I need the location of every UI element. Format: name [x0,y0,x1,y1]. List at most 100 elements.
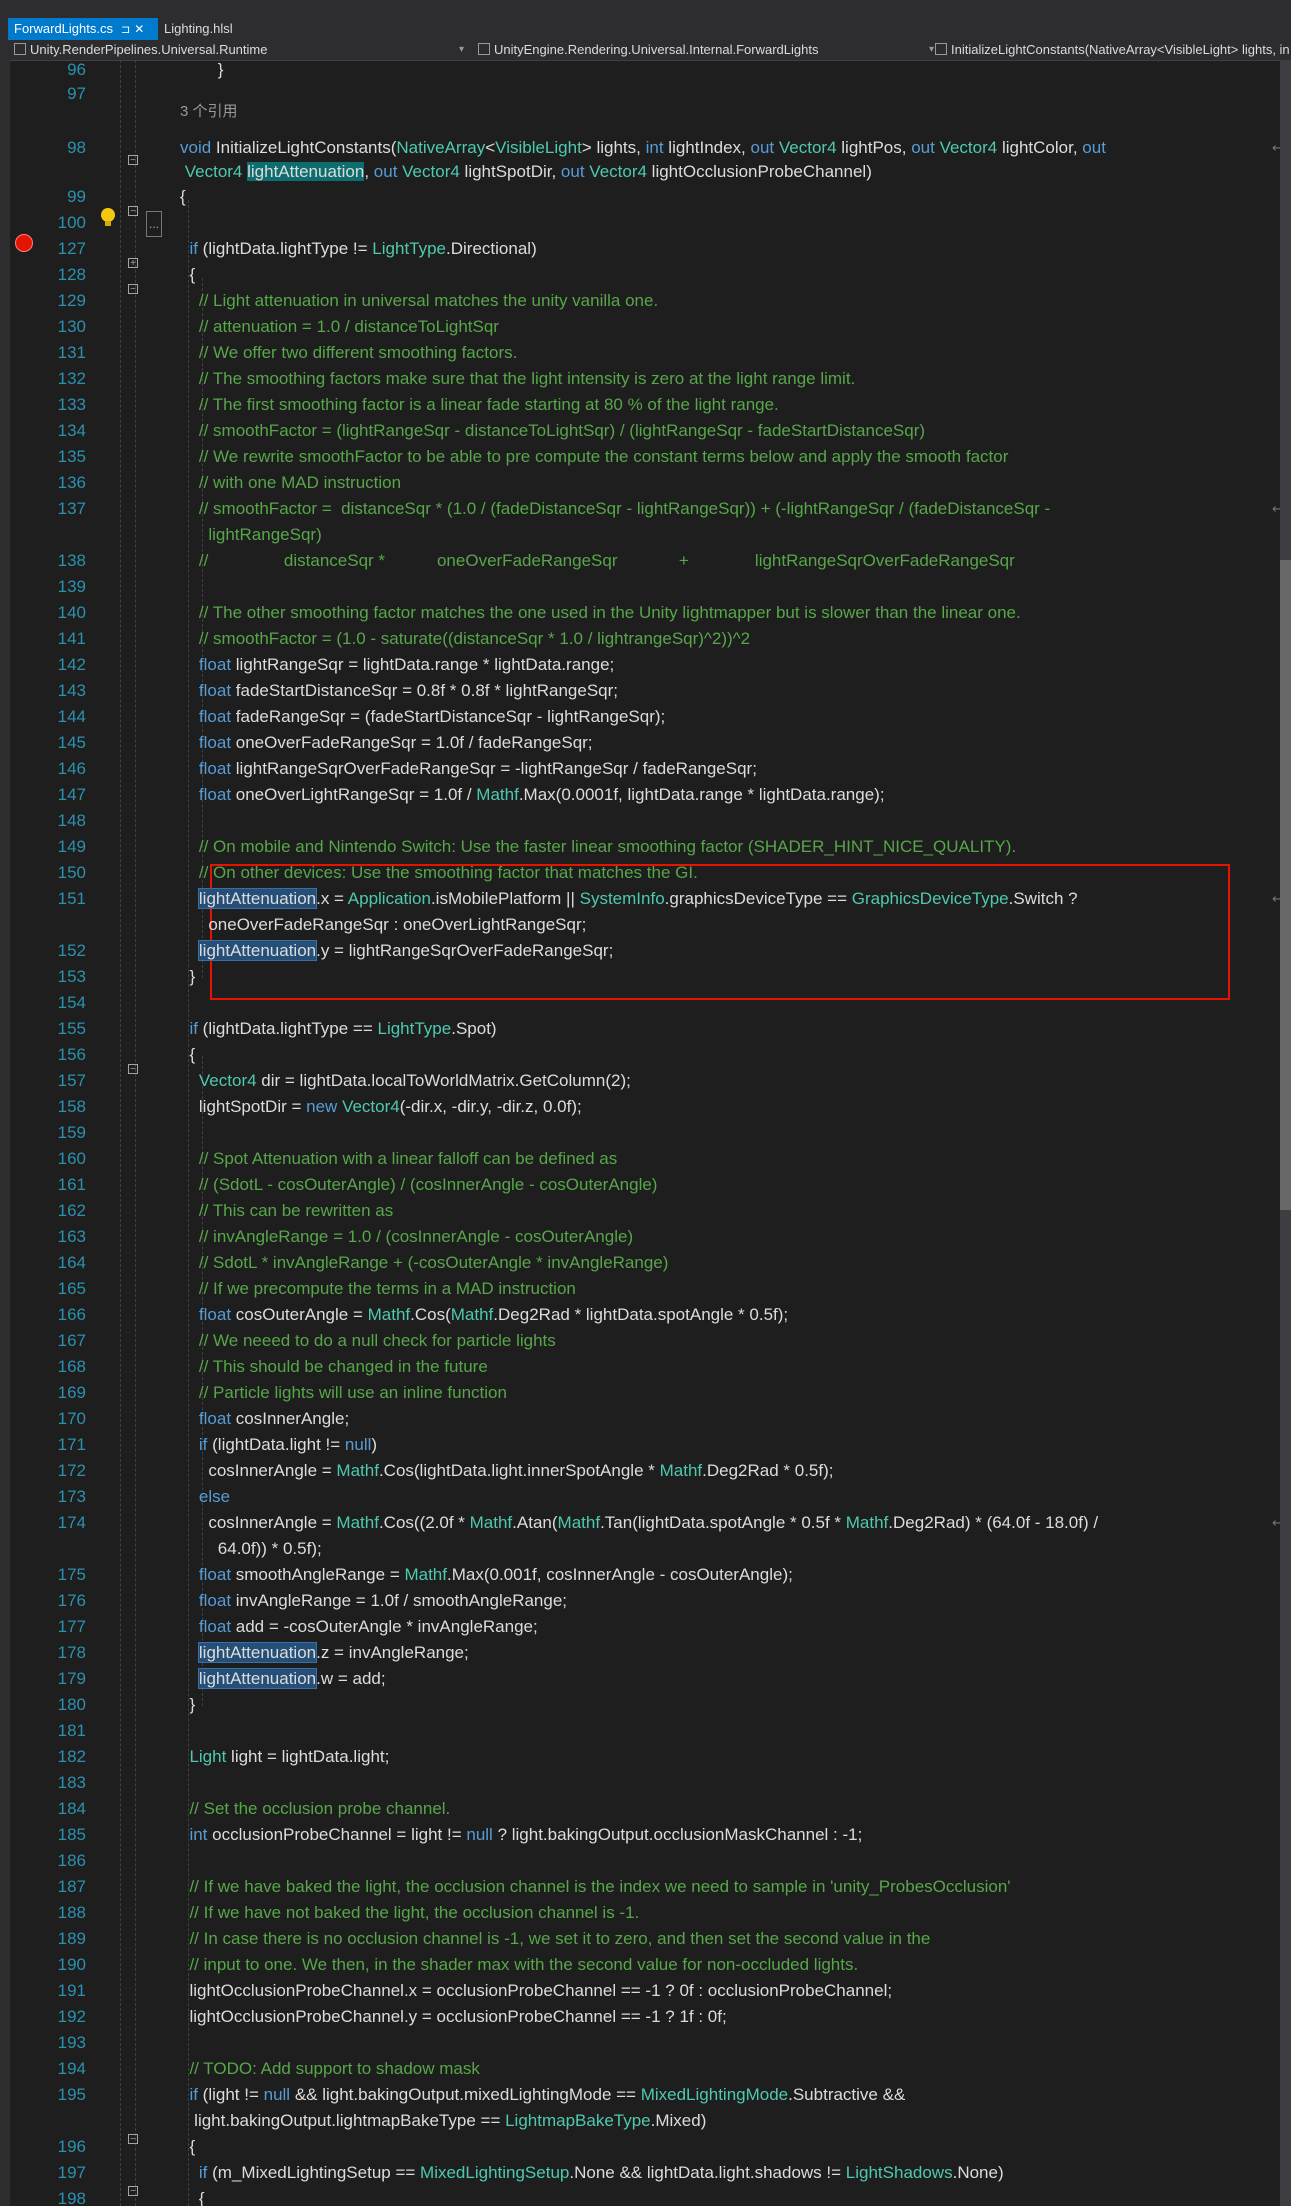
line-number: 138 [57,551,86,570]
line-number: 155 [57,1019,86,1038]
line-number: 97 [67,84,86,103]
tab-forwardlights[interactable]: ForwardLights.cs ⊐ ✕ [8,18,158,40]
project-icon [14,43,26,55]
code-text: // If we precompute the terms in a MAD i… [180,1279,576,1298]
tab-label: Lighting.hlsl [164,21,233,36]
code-text: { [180,265,196,284]
line-number: 180 [57,1695,86,1714]
scrollbar-thumb[interactable] [1280,560,1291,1210]
code-text: else [198,1487,231,1506]
collapse-icon[interactable]: − [128,2134,138,2145]
code-text: { [180,2189,205,2206]
line-number: 171 [57,1435,86,1454]
line-number: 185 [57,1825,86,1844]
code-text: float fadeStartDistanceSqr = 0.8f * 0.8f… [198,681,619,700]
codelens-references[interactable]: 3 个引用 [180,100,238,124]
line-number: 177 [57,1617,86,1636]
line-number: 197 [57,2163,86,2182]
glyph-margin[interactable] [0,60,10,2206]
code-text: // Set the occlusion probe channel. [180,1799,451,1818]
line-number: 183 [57,1773,86,1792]
line-number: 169 [57,1383,86,1402]
line-number: 179 [57,1669,86,1688]
collapse-icon[interactable]: − [128,2186,138,2197]
line-number: 128 [57,265,86,284]
navigation-bar: Unity.RenderPipelines.Universal.Runtime ▾… [0,40,1291,61]
line-number: 130 [57,317,86,336]
lightbulb-icon[interactable] [98,206,118,230]
collapse-icon[interactable]: − [128,206,138,217]
code-text: } [180,60,224,79]
line-number: 137 [57,499,86,518]
code-text: int occlusionProbeChannel = light != nul… [189,1825,863,1844]
collapse-icon[interactable]: − [128,284,138,295]
pin-icon[interactable]: ⊐ [121,24,130,36]
line-wrap-icon: ↩ [1272,1515,1280,1530]
member-dropdown[interactable]: InitializeLightConstants(NativeArray<Vis… [935,40,1291,60]
code-text: lightOcclusionProbeChannel.x = occlusion… [180,1981,893,2000]
line-number: 140 [57,603,86,622]
class-label: UnityEngine.Rendering.Universal.Internal… [494,42,819,57]
line-number: 145 [57,733,86,752]
code-text: } [180,1695,196,1714]
line-number: 196 [57,2137,86,2156]
line-number: 152 [57,941,86,960]
line-number: 178 [57,1643,86,1662]
method-icon [935,43,947,55]
project-dropdown[interactable]: Unity.RenderPipelines.Universal.Runtime ▾ [14,40,470,60]
line-number: 192 [57,2007,86,2026]
code-editor[interactable]: 3 个引用 − − + − − − − ↩ ↩ ↩ ↩ 96 } 97 98 void… [10,60,1280,2206]
code-text: if (lightData.light != null) [198,1435,378,1454]
code-text: float cosInnerAngle; [198,1409,350,1428]
code-text: // smoothFactor = (lightRangeSqr - dista… [180,421,926,440]
code-text: // The smoothing factors make sure that … [180,369,856,388]
line-number: 134 [57,421,86,440]
code-text: // This should be changed in the future [180,1357,488,1376]
line-number: 181 [57,1721,86,1740]
line-wrap-icon: ↩ [1272,891,1280,906]
code-text: // If we have baked the light, the occlu… [180,1877,1011,1896]
code-text: // In case there is no occlusion channel… [180,1929,931,1948]
close-icon[interactable]: ✕ [134,22,144,36]
line-number: 153 [57,967,86,986]
code-text: float fadeRangeSqr = (fadeStartDistanceS… [198,707,666,726]
line-number: 168 [57,1357,86,1376]
code-text: Vector4 dir = lightData.localToWorldMatr… [198,1071,631,1090]
class-dropdown[interactable]: UnityEngine.Rendering.Universal.Internal… [478,40,940,60]
line-number: 187 [57,1877,86,1896]
expand-icon[interactable]: + [128,258,138,269]
line-number: 191 [57,1981,86,2000]
code-text: { [180,2137,196,2156]
line-number: 175 [57,1565,86,1584]
code-text: // with one MAD instruction [180,473,402,492]
line-number: 184 [57,1799,86,1818]
code-text: lightOcclusionProbeChannel.y = occlusion… [180,2007,727,2026]
collapse-icon[interactable]: − [128,1064,138,1075]
tab-strip: ForwardLights.cs ⊐ ✕ Lighting.hlsl [0,6,1291,42]
line-number: 127 [57,239,86,258]
tab-lighting-hlsl[interactable]: Lighting.hlsl [158,18,248,40]
line-number: 188 [57,1903,86,1922]
line-number: 190 [57,1955,86,1974]
code-text: float invAngleRange = 1.0f / smoothAngle… [198,1591,568,1610]
line-number: 147 [57,785,86,804]
line-number: 144 [57,707,86,726]
code-text: { [180,1045,196,1064]
line-number: 159 [57,1123,86,1142]
line-number: 149 [57,837,86,856]
line-number: 139 [57,577,86,596]
code-text: // invAngleRange = 1.0 / (cosInnerAngle … [180,1227,634,1246]
collapse-icon[interactable]: − [128,155,138,166]
code-text: // Light attenuation in universal matche… [180,291,659,310]
line-number: 165 [57,1279,86,1298]
code-text: float smoothAngleRange = Mathf.Max(0.001… [198,1565,793,1584]
line-number: 162 [57,1201,86,1220]
line-number: 141 [57,629,86,648]
line-wrap-icon: ↩ [1272,140,1280,155]
line-number: 194 [57,2059,86,2078]
code-text: } [180,967,196,986]
line-number: 129 [57,291,86,310]
line-number: 195 [57,2085,86,2104]
line-number: 172 [57,1461,86,1480]
code-text: if (m_MixedLightingSetup == MixedLightin… [198,2163,1004,2182]
